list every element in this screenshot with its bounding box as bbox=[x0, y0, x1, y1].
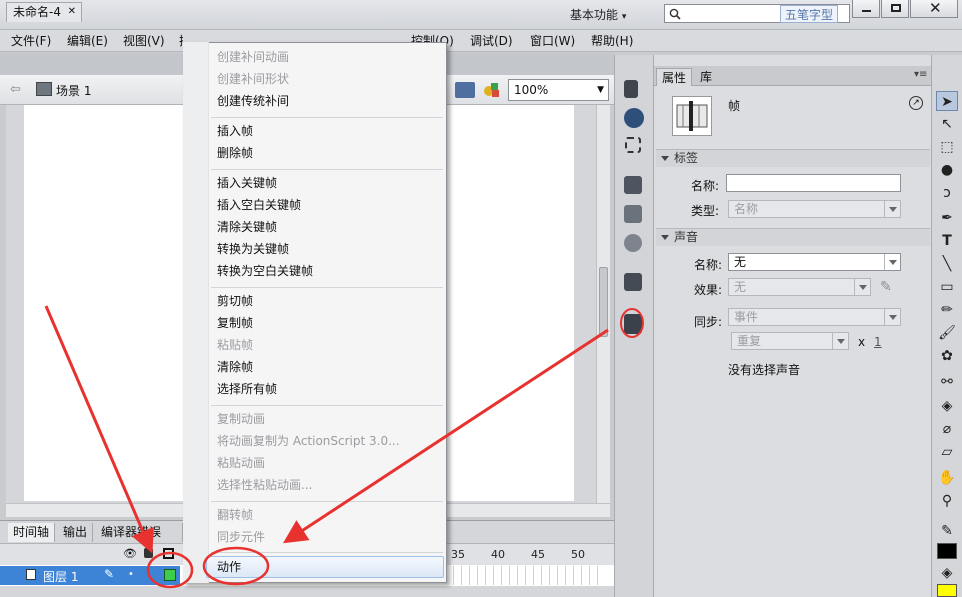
annotation-overlay bbox=[44, 305, 644, 589]
annotation-circle bbox=[620, 308, 644, 338]
annotation-arrow bbox=[282, 328, 609, 544]
annotation-circle bbox=[202, 546, 270, 586]
annotation-circle bbox=[146, 551, 194, 589]
annotation-arrow bbox=[44, 305, 154, 554]
